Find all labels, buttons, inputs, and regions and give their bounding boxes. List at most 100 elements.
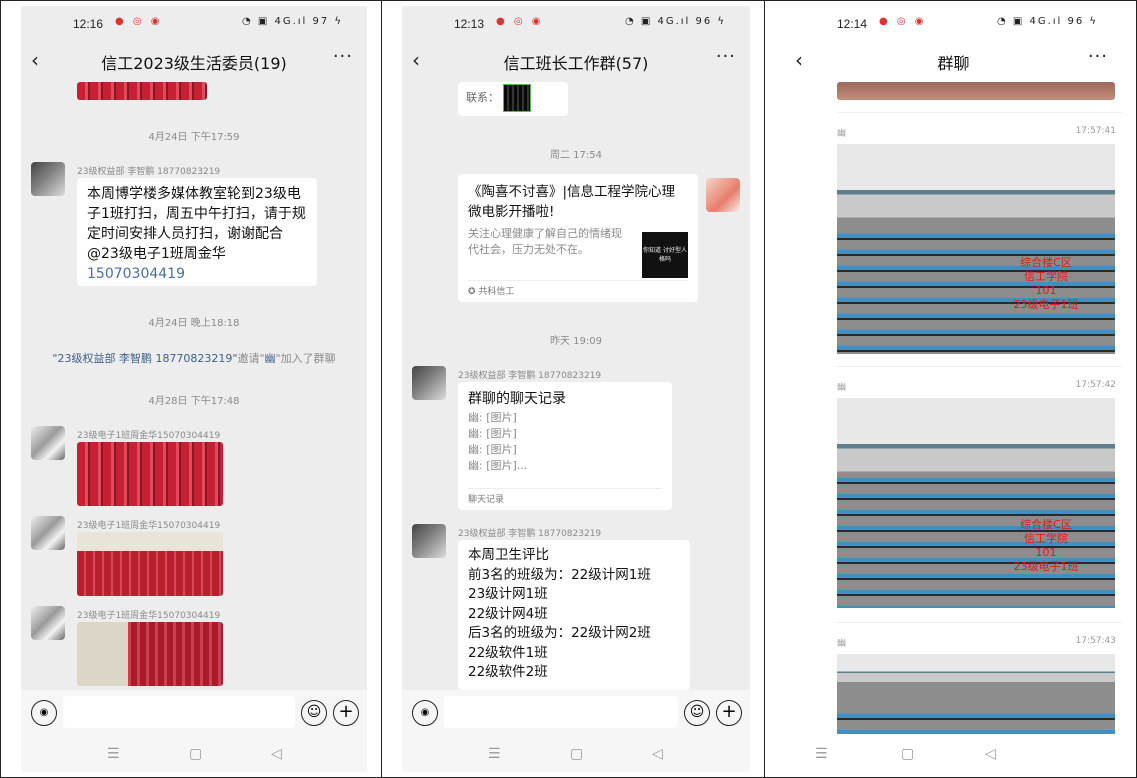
watermark-line: 23级电子1班 [1013, 560, 1079, 573]
message-list[interactable]: 联系： 周二 17:54 《陶喜不讨喜》|信息工程学院心理微电影开播啦! 关注心… [402, 82, 750, 690]
home-nav-icon[interactable]: ▢ [189, 746, 202, 762]
back-icon[interactable]: ‹ [412, 48, 420, 72]
plus-icon[interactable]: + [333, 700, 359, 726]
image-message[interactable] [77, 442, 223, 506]
message-line: 前3名的班级为：22级计网1班 [468, 566, 651, 583]
timestamp: 昨天 19:09 [550, 336, 602, 347]
sender-name: 23级权益部 李智鹏 18770823219 [458, 529, 602, 539]
record-line: 幽: [图片]... [468, 459, 528, 472]
message-bubble[interactable]: 本周博学楼多媒体教室轮到23级电子1班打扫，周五中午打扫，请于规定时间安排人员打… [77, 178, 317, 286]
message-text: 本周博学楼多媒体教室轮到23级电子1班打扫，周五中午打扫，请于规定时间安排人员打… [87, 186, 306, 262]
screenshot-panel-2: 12:13 ● ◎ ◉ ◔ ▣ 4G.ıl 96 ϟ ‹ 信工班长工作群(57)… [381, 0, 765, 778]
image-message[interactable] [77, 622, 223, 686]
image-author: 幽 [837, 639, 847, 649]
watermark-line: 信工学院 [1024, 532, 1068, 545]
message-bubble-cropped[interactable]: 联系： [458, 82, 568, 116]
input-bar: ◉ ☺ + [402, 690, 750, 738]
invitee-name[interactable]: 幽 [265, 352, 276, 365]
card-thumbnail: 你知道 讨好型人格吗 [642, 232, 688, 278]
phone-link[interactable]: 15070304419 [87, 266, 185, 282]
back-nav-icon[interactable]: ◁ [985, 746, 996, 762]
sender-name: 23级权益部 李智鹏 18770823219 [458, 371, 602, 381]
voice-input-icon[interactable]: ◉ [412, 700, 438, 726]
screenshot-panel-3: 12:14 ● ◎ ◉ ◔ ▣ 4G.ıl 96 ϟ ‹ 群聊 ··· 幽 17… [764, 0, 1137, 778]
avatar[interactable] [706, 178, 740, 212]
chat-record-card[interactable]: 群聊的聊天记录 幽: [图片] 幽: [图片] 幽: [图片] 幽: [图片].… [458, 382, 672, 510]
source-name: 共科信工 [478, 287, 515, 297]
back-icon[interactable]: ‹ [795, 48, 803, 72]
chat-record-list[interactable]: 幽 17:57:41 综合楼C区 信工学院 101 23级电子1班 幽 17:5… [785, 82, 1122, 738]
link-card[interactable]: 《陶喜不讨喜》|信息工程学院心理微电影开播啦! 关注心理健康了解自己的情绪现代社… [458, 174, 698, 302]
image-message[interactable] [77, 532, 223, 596]
back-nav-icon[interactable]: ◁ [271, 746, 282, 762]
status-bar: 12:14 ● ◎ ◉ ◔ ▣ 4G.ıl 96 ϟ [785, 6, 1122, 40]
more-options-icon[interactable]: ··· [1088, 46, 1108, 67]
record-line: 幽: [图片] [468, 411, 517, 424]
message-line: 22级软件1班 [468, 644, 548, 661]
card-description: 关注心理健康了解自己的情绪现代社会，压力无处不在。 [468, 227, 622, 256]
classroom-photo[interactable]: 综合楼C区 信工学院 101 23级电子1班 [837, 144, 1115, 354]
message-list[interactable]: 4月24日 下午17:59 23级权益部 李智鹏 18770823219 本周博… [21, 82, 367, 690]
chat-header: ‹ 信工2023级生活委员(19) ··· [21, 40, 367, 82]
status-bar: 12:16 ● ◎ ◉ ◔ ▣ 4G.ıl 97 ϟ [21, 6, 367, 40]
chat-title: 信工班长工作群(57) [503, 54, 649, 73]
classroom-photo[interactable] [837, 654, 1115, 734]
avatar[interactable] [31, 162, 65, 196]
notification-icons: ● ◎ ◉ [879, 16, 927, 27]
message-bubble[interactable]: 本周卫生评比 前3名的班级为：22级计网1班 23级计网1班 22级计网4班 后… [458, 540, 690, 690]
message-line: 本周卫生评比 [468, 547, 549, 563]
timestamp: 周二 17:54 [550, 150, 602, 161]
record-footer: 聊天记录 [468, 495, 505, 505]
emoji-icon[interactable]: ☺ [301, 700, 327, 726]
menu-nav-icon[interactable]: ☰ [488, 746, 501, 762]
record-line: 幽: [图片] [468, 443, 517, 456]
message-line: 后3名的班级为：22级计网2班 [468, 625, 651, 641]
record-line: 幽: [图片] [468, 427, 517, 440]
system-status-icons: ◔ ▣ 4G.ıl 96 ϟ [996, 16, 1098, 27]
image-cropped[interactable] [837, 82, 1115, 100]
system-status-icons: ◔ ▣ 4G.ıl 96 ϟ [624, 16, 726, 27]
phone-screen: 12:14 ● ◎ ◉ ◔ ▣ 4G.ıl 96 ϟ ‹ 群聊 ··· 幽 17… [785, 6, 1122, 772]
avatar[interactable] [412, 366, 446, 400]
menu-nav-icon[interactable]: ☰ [107, 746, 120, 762]
watermark-line: 101 [1035, 546, 1057, 559]
phone-screen: 12:16 ● ◎ ◉ ◔ ▣ 4G.ıl 97 ϟ ‹ 信工2023级生活委员… [21, 6, 367, 772]
plus-icon[interactable]: + [716, 700, 742, 726]
back-nav-icon[interactable]: ◁ [652, 746, 663, 762]
image-message-cropped[interactable] [77, 82, 207, 100]
chat-title: 信工2023级生活委员(19) [101, 54, 287, 73]
page-header: ‹ 群聊 ··· [785, 40, 1122, 82]
system-text: "加入了群聊 [275, 352, 336, 365]
inviter-name[interactable]: "23级权益部 李智鹏 18770823219" [52, 352, 237, 365]
message-input[interactable] [63, 696, 295, 728]
back-icon[interactable]: ‹ [31, 48, 39, 72]
system-text: 邀请" [237, 352, 265, 365]
system-nav-bar: ☰ ▢ ◁ [402, 738, 750, 772]
card-title: 《陶喜不讨喜》|信息工程学院心理微电影开播啦! [468, 184, 676, 220]
chat-header: ‹ 信工班长工作群(57) ··· [402, 40, 750, 82]
more-options-icon[interactable]: ··· [333, 46, 353, 67]
avatar[interactable] [31, 606, 65, 640]
more-options-icon[interactable]: ··· [716, 46, 736, 67]
system-status-icons: ◔ ▣ 4G.ıl 97 ϟ [241, 16, 343, 27]
voice-input-icon[interactable]: ◉ [31, 700, 57, 726]
timestamp: 4月28日 下午17:48 [148, 396, 240, 407]
message-input[interactable] [444, 696, 678, 728]
classroom-photo[interactable]: 综合楼C区 信工学院 101 23级电子1班 [837, 398, 1115, 608]
avatar[interactable] [31, 426, 65, 460]
avatar[interactable] [31, 516, 65, 550]
home-nav-icon[interactable]: ▢ [570, 746, 583, 762]
photo-watermark: 综合楼C区 信工学院 101 23级电子1班 [1001, 256, 1091, 312]
avatar[interactable] [412, 524, 446, 558]
menu-nav-icon[interactable]: ☰ [815, 746, 828, 762]
watermark-line: 信工学院 [1024, 270, 1068, 283]
message-line: 22级计网4班 [468, 605, 548, 622]
notification-icons: ● ◎ ◉ [115, 16, 163, 27]
emoji-icon[interactable]: ☺ [684, 700, 710, 726]
image-time: 17:57:42 [1075, 380, 1116, 390]
timestamp: 4月24日 下午17:59 [148, 132, 240, 143]
message-text: 联系： [466, 91, 499, 104]
image-author: 幽 [837, 129, 847, 139]
home-nav-icon[interactable]: ▢ [901, 746, 914, 762]
system-join-notice: "23级权益部 李智鹏 18770823219"邀请"幽"加入了群聊 [21, 350, 367, 366]
